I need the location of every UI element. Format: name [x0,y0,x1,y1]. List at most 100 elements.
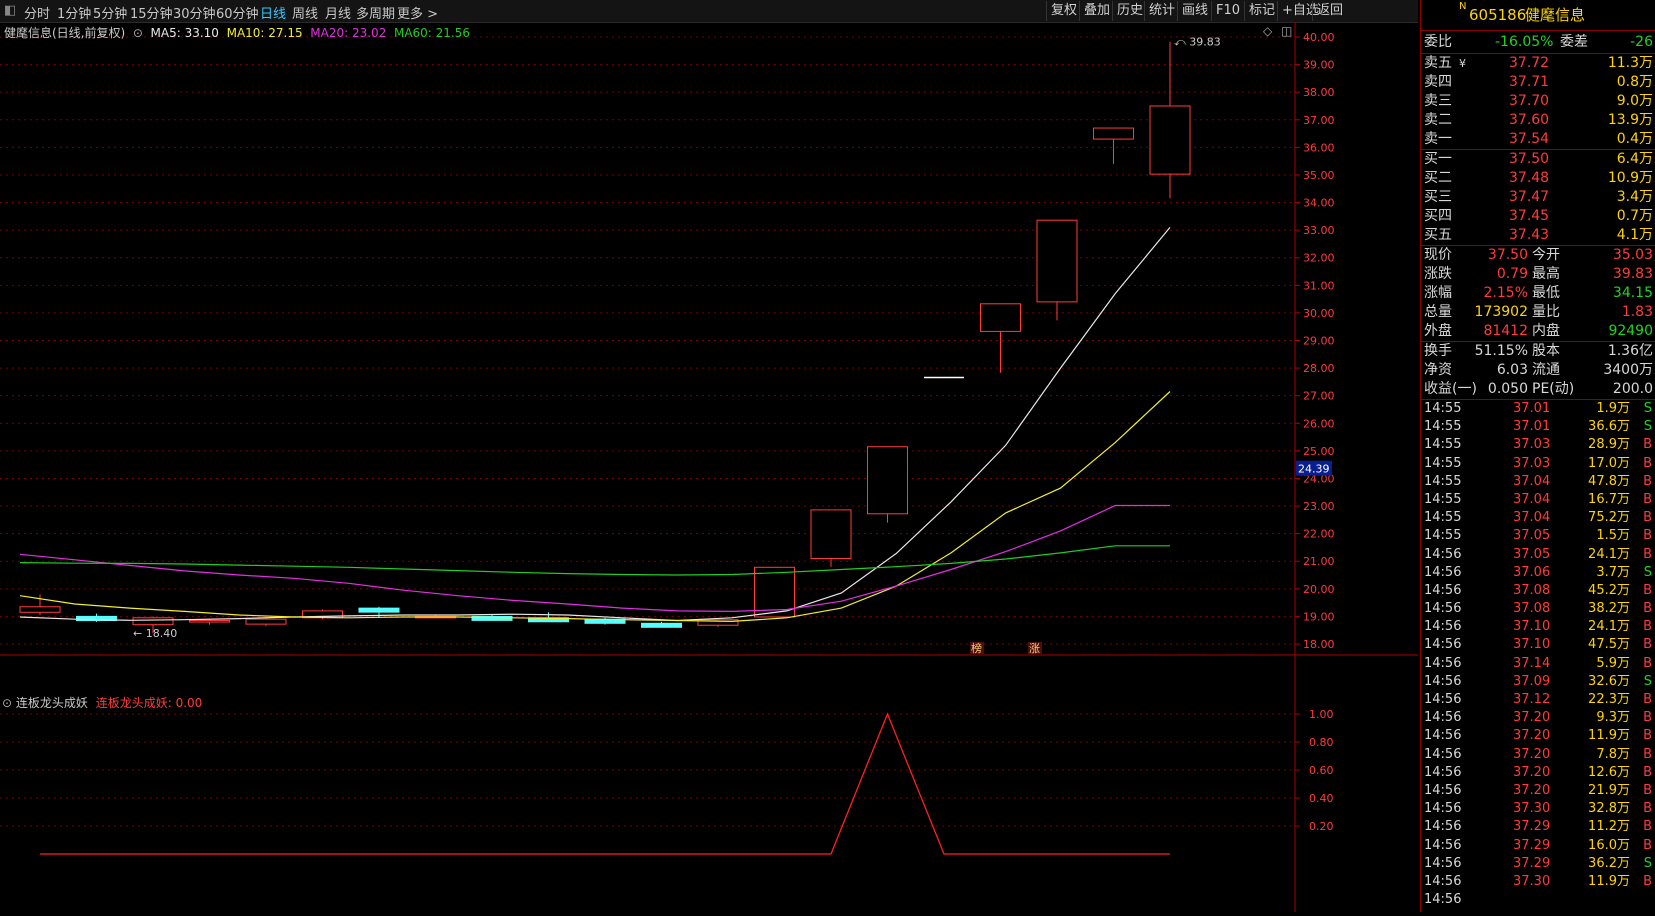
tick-volume: 28.9万 [1588,437,1630,453]
quote-panel: N 605186 健麾信息 委比 -16.05% 委差 -26 卖五 ¥37.72… [1420,0,1655,912]
tick-row: 14:56 37.30 32.8万 B [1421,800,1655,818]
price-tick-label: 33.00 [1303,224,1335,237]
period-tab-0[interactable]: 分时 [24,3,50,22]
tick-time: 14:56 [1424,710,1462,726]
tick-volume: 1.5万 [1596,528,1630,544]
tick-price: 37.20 [1513,710,1551,726]
price-tick-label: 39.00 [1303,59,1335,72]
toolbar-button-4[interactable]: 画线 [1177,1,1212,21]
tick-volume: 17.0万 [1588,455,1630,471]
kline-chart[interactable]: 健麾信息(日线,前复权) ⊙ MA5: 33.10 MA10: 27.15 MA… [0,22,1418,692]
tick-row: 14:56 37.10 24.1万 B [1421,618,1655,636]
tick-time: 14:55 [1424,419,1462,435]
toolbar-button-3[interactable]: 统计 [1144,1,1179,21]
indicator-tick-label: 0.40 [1309,792,1334,805]
tick-row: 14:56 37.10 47.5万 B [1421,636,1655,654]
tick-volume: 47.5万 [1588,637,1630,653]
indicator-collapse-icon[interactable]: ⊙ [2,696,12,710]
ask-price: 37.54 [1509,131,1550,147]
weibi-value: -16.05% [1495,34,1554,50]
bid-price: 37.45 [1509,208,1550,224]
indicator-tick-label: 0.80 [1309,736,1334,749]
tick-volume: 16.7万 [1588,491,1630,507]
candle-body [1093,127,1134,140]
price-tick-label: 32.00 [1303,252,1335,265]
indicator-tick-label: 0.60 [1309,764,1334,777]
collapse-icon[interactable]: ⊙ [129,26,147,40]
tick-price: 37.08 [1513,601,1551,617]
tick-time: 14:55 [1424,401,1462,416]
toolbar-button-2[interactable]: 历史 [1112,1,1147,21]
candle-body [810,509,852,559]
price-tick-label: 27.00 [1303,390,1335,403]
period-tab-6[interactable]: 日线 [260,3,286,22]
tick-price: 37.03 [1513,437,1551,453]
ask-volume: 11.3万 [1607,55,1653,71]
period-tab-1[interactable]: 1分钟 [57,3,91,22]
tick-side: B [1643,728,1652,744]
tick-row: 14:56 37.06 3.7万 S [1421,564,1655,582]
price-tick-label: 26.00 [1303,417,1335,430]
indicator-chart[interactable]: ⊙ 连板龙头成妖 连板龙头成妖: 0.00 1.00 0.80 0.60 0.40 0.… [0,692,1418,912]
tick-price: 37.04 [1513,473,1551,489]
candle-body [19,606,61,613]
toolbar-button-8[interactable]: 返回 [1312,1,1347,21]
period-tab-8[interactable]: 月线 [325,3,351,22]
toolbar-button-1[interactable]: 叠加 [1079,1,1114,21]
tick-list[interactable]: 14:55 37.01 1.9万 S 14:55 37.01 36.6万 S 14:55 37.0… [1421,399,1655,909]
tick-volume: 21.9万 [1588,782,1630,798]
diamond-icon[interactable]: ◇ [1263,24,1272,38]
period-tab-7[interactable]: 周线 [292,3,318,22]
stat-value: 39.83 [1612,266,1653,282]
tick-price: 37.20 [1513,782,1551,798]
window-toggle-icon[interactable]: ◫ [1281,24,1292,38]
bid-volume: 4.1万 [1616,227,1653,243]
stat-label: 外盘 [1424,323,1452,339]
tick-time: 14:55 [1424,473,1462,489]
stat-label: 量比 [1532,304,1560,320]
stat-label: PE(动) [1532,381,1575,397]
stat-label: 内盘 [1532,323,1560,339]
candle-body [980,303,1021,332]
bid-volume: 10.9万 [1607,170,1653,186]
tick-volume: 22.3万 [1588,692,1630,707]
tick-price: 37.10 [1513,637,1551,653]
tick-time: 14:56 [1424,728,1462,744]
marker-bang: 榜 [971,641,982,655]
period-tab-2[interactable]: 5分钟 [93,3,127,22]
ask-volume: 0.8万 [1616,74,1653,90]
tick-side: B [1643,473,1652,489]
price-tick-label: 23.00 [1303,500,1335,513]
bid-row: 买五 37.43 4.1万 [1421,226,1655,245]
period-tab-5[interactable]: 60分钟 [216,3,259,22]
toolbar-button-5[interactable]: F10 [1211,1,1244,21]
tick-row: 14:56 37.20 21.9万 B [1421,782,1655,800]
tick-side: B [1643,764,1652,780]
tick-volume: 32.8万 [1588,801,1630,817]
tick-row: 14:56 37.08 45.2万 B [1421,582,1655,600]
tick-row: 14:55 37.05 1.5万 B [1421,527,1655,545]
period-tab-9[interactable]: 多周期 [356,3,395,22]
ask-row: 卖五 ¥37.72 11.3万 [1421,54,1655,73]
asks-list: 卖五 ¥37.72 11.3万 卖四 37.71 0.8万 卖三 37.70 9.0万 卖二 37.… [1421,53,1655,149]
stat-row: 现价 37.50 今开 35.03 [1421,246,1655,265]
menu-icon[interactable]: ◧ [4,3,16,18]
period-tab-4[interactable]: 30分钟 [173,3,216,22]
tick-price: 37.20 [1513,728,1551,744]
tick-side: S [1643,401,1652,416]
indicator-value: 连板龙头成妖: 0.00 [95,696,203,710]
tick-time: 14:56 [1424,855,1462,871]
price-tick-label: 29.00 [1303,335,1335,348]
toolbar-button-0[interactable]: 复权 [1046,1,1081,21]
period-tab-10[interactable]: 更多 > [397,3,438,22]
bids-list: 买一 37.50 6.4万 买二 37.48 10.9万 买三 37.47 3.4万 买四 37.4… [1421,149,1655,245]
price-tick-label: 30.00 [1303,307,1335,320]
tick-row: 14:55 37.03 28.9万 B [1421,436,1655,454]
toolbar-button-6[interactable]: 标记 [1244,1,1279,21]
tick-volume: 45.2万 [1588,582,1630,598]
period-tab-3[interactable]: 15分钟 [130,3,173,22]
stat-value: 3400万 [1603,362,1653,378]
bid-row: 买二 37.48 10.9万 [1421,169,1655,188]
stat-label: 现价 [1424,247,1452,263]
bid-label: 买三 [1424,189,1452,205]
